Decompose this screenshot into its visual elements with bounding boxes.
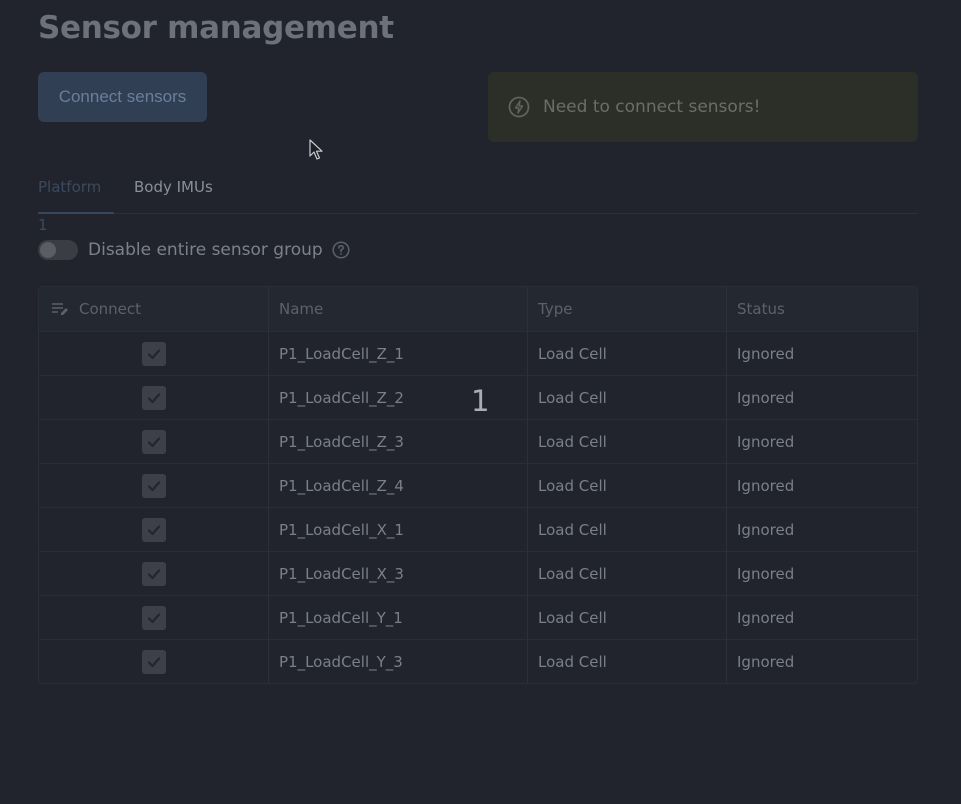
status-alert: Need to connect sensors! <box>488 72 918 142</box>
checkmark-icon <box>146 390 162 406</box>
table-row: P1_LoadCell_Z_1 Load Cell Ignored <box>39 331 917 375</box>
sensor-type-cell: Load Cell <box>527 376 726 419</box>
checkmark-icon <box>146 346 162 362</box>
table-row: P1_LoadCell_Y_1 Load Cell Ignored <box>39 595 917 639</box>
disable-group-row: Disable entire sensor group <box>38 236 350 264</box>
connect-cell <box>39 420 268 463</box>
checkmark-icon <box>146 566 162 582</box>
table-row: P1_LoadCell_X_3 Load Cell Ignored <box>39 551 917 595</box>
column-header-status[interactable]: Status <box>726 287 917 331</box>
sensor-status-cell: Ignored <box>726 420 917 463</box>
connect-checkbox[interactable] <box>141 341 166 366</box>
column-header-type[interactable]: Type <box>527 287 726 331</box>
sensor-type-cell: Load Cell <box>527 640 726 683</box>
mouse-cursor-icon <box>309 139 323 161</box>
sensor-status-cell: Ignored <box>726 376 917 419</box>
list-edit-icon <box>51 302 69 316</box>
checkmark-icon <box>146 654 162 670</box>
sensor-name-cell: P1_LoadCell_Y_1 <box>268 596 527 639</box>
sensor-type-cell: Load Cell <box>527 332 726 375</box>
overlay-number: 1 <box>471 384 490 418</box>
sensor-status-cell: Ignored <box>726 552 917 595</box>
column-header-name[interactable]: Name <box>268 287 527 331</box>
sensor-table: Connect Name Type Status P1_LoadCell_Z_1… <box>38 286 918 684</box>
connect-cell <box>39 332 268 375</box>
checkmark-icon <box>146 522 162 538</box>
sensor-status-cell: Ignored <box>726 508 917 551</box>
table-row: P1_LoadCell_Z_4 Load Cell Ignored <box>39 463 917 507</box>
connect-checkbox[interactable] <box>141 561 166 586</box>
sensor-type-cell: Load Cell <box>527 420 726 463</box>
table-row: P1_LoadCell_X_1 Load Cell Ignored <box>39 507 917 551</box>
connect-checkbox[interactable] <box>141 649 166 674</box>
connect-checkbox[interactable] <box>141 385 166 410</box>
sensor-name-cell: P1_LoadCell_Z_3 <box>268 420 527 463</box>
connect-cell <box>39 552 268 595</box>
sensor-type-cell: Load Cell <box>527 552 726 595</box>
bolt-circle-icon <box>508 96 530 118</box>
alert-message: Need to connect sensors! <box>543 97 761 117</box>
column-header-connect[interactable]: Connect <box>39 287 268 331</box>
checkmark-icon <box>146 610 162 626</box>
connect-checkbox[interactable] <box>141 473 166 498</box>
checkmark-icon <box>146 434 162 450</box>
checkmark-icon <box>146 478 162 494</box>
sensor-management-page: Sensor management Connect sensors Need t… <box>0 0 961 804</box>
connect-cell <box>39 376 268 419</box>
sensor-status-cell: Ignored <box>726 464 917 507</box>
table-row: P1_LoadCell_Z_3 Load Cell Ignored <box>39 419 917 463</box>
table-row: P1_LoadCell_Y_3 Load Cell Ignored <box>39 639 917 683</box>
connect-cell <box>39 596 268 639</box>
sensor-status-cell: Ignored <box>726 332 917 375</box>
sensor-type-cell: Load Cell <box>527 508 726 551</box>
disable-group-toggle[interactable] <box>38 240 78 260</box>
sensor-name-cell: P1_LoadCell_Z_1 <box>268 332 527 375</box>
help-icon[interactable] <box>332 241 350 259</box>
connect-checkbox[interactable] <box>141 605 166 630</box>
connect-cell <box>39 464 268 507</box>
connect-checkbox[interactable] <box>141 517 166 542</box>
sensor-name-cell: P1_LoadCell_X_3 <box>268 552 527 595</box>
sensor-name-cell: P1_LoadCell_X_1 <box>268 508 527 551</box>
connect-sensors-button[interactable]: Connect sensors <box>38 72 207 122</box>
sensor-name-cell: P1_LoadCell_Z_4 <box>268 464 527 507</box>
sensor-name-cell: P1_LoadCell_Y_3 <box>268 640 527 683</box>
sensor-status-cell: Ignored <box>726 596 917 639</box>
sensor-type-cell: Load Cell <box>527 464 726 507</box>
sensor-status-cell: Ignored <box>726 640 917 683</box>
toggle-knob <box>40 242 56 258</box>
connect-cell <box>39 508 268 551</box>
connect-checkbox[interactable] <box>141 429 166 454</box>
tab-body-imus[interactable]: Body IMUs <box>134 168 213 214</box>
sensor-type-cell: Load Cell <box>527 596 726 639</box>
disable-group-label: Disable entire sensor group <box>88 240 323 260</box>
tab-platform-1[interactable]: Platform 1 <box>38 168 114 234</box>
tab-bar: Platform 1 Body IMUs <box>38 168 918 234</box>
page-title: Sensor management <box>38 10 394 46</box>
table-header-row: Connect Name Type Status <box>39 287 917 331</box>
column-header-connect-label: Connect <box>79 300 142 318</box>
connect-cell <box>39 640 268 683</box>
